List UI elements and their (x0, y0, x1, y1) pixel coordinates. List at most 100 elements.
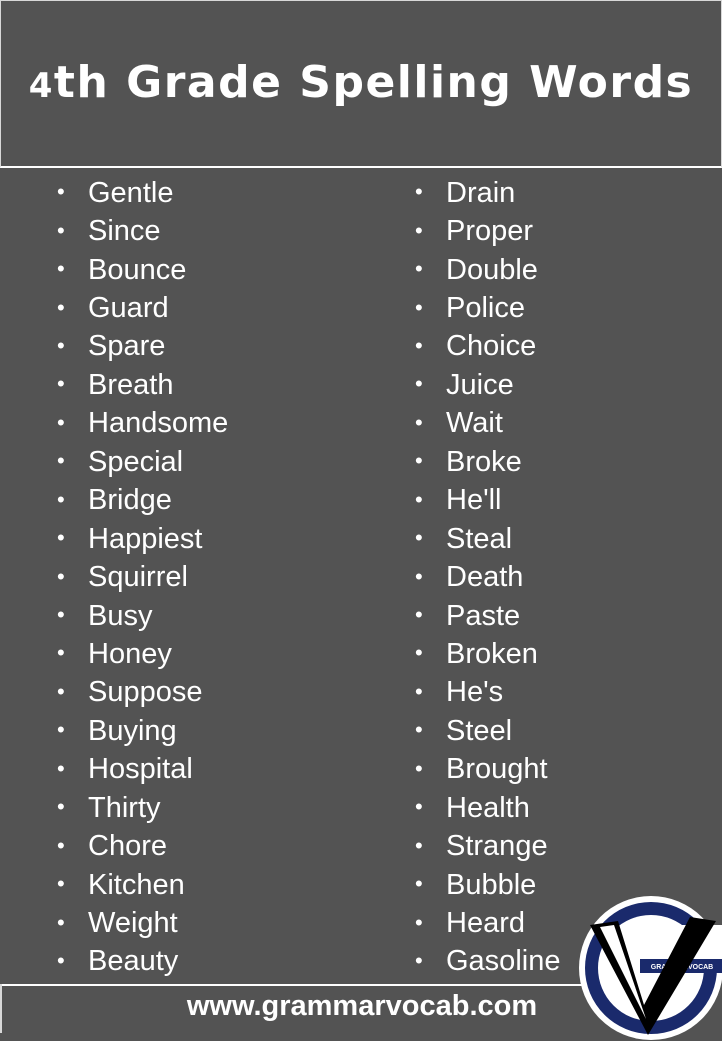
bullet-icon: • (57, 755, 65, 781)
word-item: • Double (415, 251, 560, 289)
word-text: Weight (88, 907, 178, 940)
word-text: Death (446, 561, 524, 594)
word-text: Breath (88, 368, 174, 401)
bullet-icon: • (415, 832, 423, 858)
word-item: • Choice (415, 328, 560, 366)
bullet-icon: • (415, 871, 423, 897)
bullet-icon: • (415, 294, 423, 320)
word-text: Chore (88, 830, 167, 863)
bullet-icon: • (415, 640, 423, 666)
bullet-icon: • (57, 678, 65, 704)
word-item: • Busy (57, 597, 228, 635)
word-item: • He'll (415, 482, 560, 520)
word-item: • Bridge (57, 482, 228, 520)
word-text: Spare (88, 330, 166, 363)
word-text: Hospital (88, 753, 193, 786)
word-item: • Paste (415, 597, 560, 635)
bullet-icon: • (415, 448, 423, 474)
word-text: Happiest (88, 522, 203, 555)
word-text: Paste (446, 599, 521, 632)
bullet-icon: • (415, 371, 423, 397)
word-item: • Broken (415, 635, 560, 673)
bullet-icon: • (415, 486, 423, 512)
word-item: • Guard (57, 289, 228, 327)
word-item: • Bounce (57, 251, 228, 289)
word-item: • Happiest (57, 520, 228, 558)
bullet-icon: • (415, 217, 423, 243)
bullet-icon: • (415, 525, 423, 551)
word-text: Since (88, 215, 161, 248)
word-item: • Kitchen (57, 866, 228, 904)
page-title: 4th Grade Spelling Words (29, 57, 694, 108)
bullet-icon: • (57, 371, 65, 397)
word-item: • Drain (415, 174, 560, 212)
bullet-icon: • (57, 717, 65, 743)
word-text: Gasoline (446, 945, 561, 978)
word-text: Brought (446, 753, 548, 786)
bullet-icon: • (57, 909, 65, 935)
word-text: He's (446, 676, 504, 709)
bullet-icon: • (57, 486, 65, 512)
word-item: • Death (415, 558, 560, 596)
bullet-icon: • (57, 409, 65, 435)
bullet-icon: • (57, 448, 65, 474)
word-item: • Gasoline (415, 943, 560, 981)
bullet-icon: • (57, 256, 65, 282)
word-text: Steel (446, 714, 513, 747)
word-text: Steal (446, 522, 513, 555)
word-item: • Honey (57, 635, 228, 673)
word-text: Guard (88, 292, 169, 325)
word-text: Police (446, 292, 525, 325)
bullet-icon: • (57, 332, 65, 358)
word-item: • Spare (57, 328, 228, 366)
bullet-icon: • (57, 217, 65, 243)
bullet-icon: • (415, 256, 423, 282)
word-item: • Wait (415, 405, 560, 443)
word-item: • Thirty (57, 789, 228, 827)
word-list-left: • Gentle • Since • Bounce • Guard • Spare • Breath •… (57, 174, 228, 981)
word-text: He'll (446, 484, 502, 517)
title-banner: 4th Grade Spelling Words (0, 0, 722, 168)
word-item: • Squirrel (57, 558, 228, 596)
word-text: Proper (446, 215, 534, 248)
word-item: • Brought (415, 751, 560, 789)
word-text: Gentle (88, 176, 174, 209)
word-list-area: • Gentle • Since • Bounce • Guard • Spare • Breath •… (0, 168, 722, 984)
word-text: Health (446, 791, 530, 824)
bullet-icon: • (57, 871, 65, 897)
word-item: • Strange (415, 827, 560, 865)
title-text: th Grade Spelling Words (53, 57, 694, 108)
word-item: • Hospital (57, 751, 228, 789)
bullet-icon: • (415, 602, 423, 628)
word-item: • He's (415, 674, 560, 712)
word-text: Heard (446, 907, 525, 940)
word-item: • Breath (57, 366, 228, 404)
word-text: Honey (88, 637, 172, 670)
word-item: • Weight (57, 904, 228, 942)
bullet-icon: • (57, 525, 65, 551)
word-text: Squirrel (88, 561, 188, 594)
bullet-icon: • (57, 794, 65, 820)
bullet-icon: • (57, 947, 65, 973)
word-text: Juice (446, 368, 514, 401)
bullet-icon: • (415, 717, 423, 743)
word-text: Handsome (88, 407, 229, 440)
word-text: Suppose (88, 676, 203, 709)
bullet-icon: • (415, 678, 423, 704)
word-text: Choice (446, 330, 537, 363)
word-item: • Juice (415, 366, 560, 404)
bullet-icon: • (415, 409, 423, 435)
website-url-text[interactable]: www.grammarvocab.com (187, 990, 537, 1022)
word-item: • Beauty (57, 943, 228, 981)
word-text: Special (88, 445, 184, 478)
word-text: Broke (446, 445, 522, 478)
word-item: • Broke (415, 443, 560, 481)
word-item: • Steel (415, 712, 560, 750)
word-text: Buying (88, 714, 177, 747)
bullet-icon: • (415, 794, 423, 820)
word-item: • Chore (57, 827, 228, 865)
word-item: • Handsome (57, 405, 228, 443)
bullet-icon: • (57, 563, 65, 589)
word-text: Strange (446, 830, 548, 863)
bullet-icon: • (57, 179, 65, 205)
